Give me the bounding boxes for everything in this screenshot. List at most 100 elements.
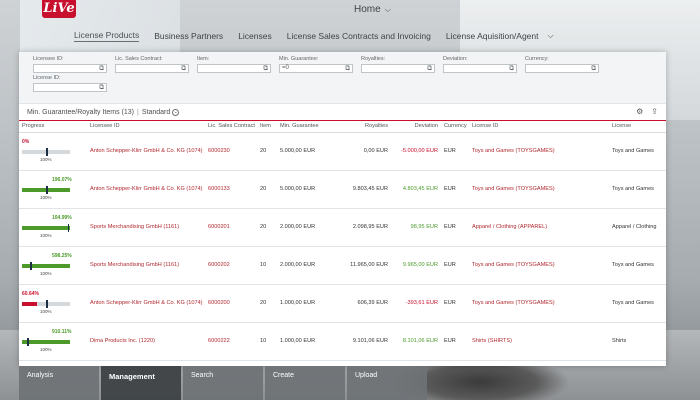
- progress-base: 100%: [40, 271, 52, 276]
- filter-input[interactable]: ⧉: [443, 64, 517, 73]
- progress-percent: 104.99%: [52, 215, 72, 221]
- currency-unit: EUR: [303, 224, 316, 230]
- contract-link[interactable]: 6000202: [205, 246, 257, 285]
- filter-input[interactable]: =0 ⧉: [279, 64, 353, 73]
- col-license[interactable]: License: [609, 121, 666, 133]
- contract-link[interactable]: 6000201: [205, 208, 257, 247]
- filter-input[interactable]: ⧉: [115, 64, 189, 73]
- min-guarantee-cell: 5.000,00 EUR: [277, 170, 337, 209]
- table-row[interactable]: 598.25% 100% Sports Merchandising GmbH (…: [19, 246, 666, 285]
- value-help-icon[interactable]: ⧉: [181, 65, 186, 72]
- progress-indicator: 598.25% 100%: [22, 253, 72, 277]
- licensee-link[interactable]: Anton Schepper-Klirr GmbH & Co. KG (1074…: [87, 132, 205, 171]
- col-royalties[interactable]: Royalties: [337, 121, 391, 133]
- item-cell: 10: [257, 246, 277, 285]
- tile-upload[interactable]: Upload: [347, 366, 427, 400]
- currency-unit: EUR: [426, 186, 438, 192]
- col-progress[interactable]: Progress: [19, 121, 87, 133]
- license-id-link[interactable]: Shirts (SHIRTS): [469, 322, 609, 361]
- currency-unit: EUR: [376, 148, 388, 154]
- licensee-link[interactable]: Anton Schepper-Klirr GmbH & Co. KG (1074…: [87, 170, 205, 209]
- col-contract[interactable]: Lic. Sales Contract: [205, 121, 257, 133]
- license-id-link[interactable]: Toys and Games (TOYSGAMES): [469, 132, 609, 171]
- progress-indicator: 196.07% 100%: [22, 177, 72, 201]
- filter-input[interactable]: ⧉: [33, 64, 107, 73]
- home-label: Home: [354, 4, 381, 15]
- filter-label: Item:: [197, 56, 210, 62]
- filter-input[interactable]: ⧉: [197, 64, 271, 73]
- licensee-link[interactable]: Sports Merchandising GmbH (1161): [87, 208, 205, 247]
- col-license-id[interactable]: License ID: [469, 121, 609, 133]
- min-guarantee-cell: 2.000,00 EUR: [277, 246, 337, 285]
- settings-icon[interactable]: ⚙: [636, 107, 643, 116]
- table-row[interactable]: 60.64% 100% Anton Schepper-Klirr GmbH & …: [19, 284, 666, 323]
- progress-base: 100%: [40, 233, 52, 238]
- home-menu[interactable]: Home ⌵: [354, 4, 391, 15]
- progress-percent: 598.25%: [52, 253, 72, 259]
- currency-unit: EUR: [376, 262, 388, 268]
- tab-license-sales-contracts[interactable]: License Sales Contracts and Invoicing: [287, 31, 431, 41]
- filter-label: Deviation:: [443, 56, 468, 62]
- value-help-icon[interactable]: ⧉: [263, 65, 268, 72]
- tab-business-partners[interactable]: Business Partners: [154, 31, 223, 41]
- filter-input[interactable]: ⧉: [525, 64, 599, 73]
- live-logo[interactable]: LiVe: [42, 0, 76, 18]
- licensee-link[interactable]: Anton Schepper-Klirr GmbH & Co. KG (1074…: [87, 284, 205, 323]
- licensee-link[interactable]: Dima Products Inc. (1220): [87, 322, 205, 361]
- filter-label: Licensee ID:: [33, 56, 64, 62]
- tile-search[interactable]: Search: [183, 366, 263, 400]
- value-help-icon[interactable]: ⧉: [345, 65, 350, 72]
- deviation-value: 8.101,06: [402, 338, 425, 344]
- licensee-link[interactable]: Sports Merchandising GmbH (1161): [87, 246, 205, 285]
- table-row[interactable]: 196.07% 100% Anton Schepper-Klirr GmbH &…: [19, 170, 666, 209]
- table-row[interactable]: 0% 100% Anton Schepper-Klirr GmbH & Co. …: [19, 132, 666, 171]
- deviation-cell: -393,61 EUR: [391, 284, 441, 323]
- contract-link[interactable]: 6000133: [205, 170, 257, 209]
- filter-input[interactable]: ⧉: [33, 83, 107, 92]
- tile-analysis[interactable]: Analysis: [19, 366, 99, 400]
- value-help-icon[interactable]: ⧉: [509, 65, 514, 72]
- progress-track: [22, 226, 70, 230]
- value-help-icon[interactable]: ⧉: [99, 84, 104, 91]
- col-deviation[interactable]: Deviation: [391, 121, 441, 133]
- royalties-cell: 9.803,45 EUR: [337, 170, 391, 209]
- chevron-down-icon[interactable]: ⌵: [548, 31, 554, 41]
- item-cell: 20: [257, 284, 277, 323]
- export-icon[interactable]: ⇪: [651, 107, 658, 116]
- col-currency[interactable]: Currency: [441, 121, 469, 133]
- progress-percent: 60.64%: [22, 291, 39, 297]
- filter-input[interactable]: ⧉: [361, 64, 435, 73]
- col-item[interactable]: Item: [257, 121, 277, 133]
- contract-link[interactable]: 6000230: [205, 132, 257, 171]
- filter-label: Lic. Sales Contract:: [115, 56, 163, 62]
- progress-target-marker: [67, 224, 70, 232]
- tab-license-products[interactable]: License Products: [74, 30, 140, 42]
- license-id-link[interactable]: Toys and Games (TOYSGAMES): [469, 170, 609, 209]
- table-row[interactable]: 104.99% 100% Sports Merchandising GmbH (…: [19, 208, 666, 247]
- contract-link[interactable]: 6000200: [205, 284, 257, 323]
- table-title: Min. Guarantee/Royalty Items (13): [27, 108, 134, 116]
- tile-create[interactable]: Create: [265, 366, 345, 400]
- deviation-cell: -5.000,00 EUR: [391, 132, 441, 171]
- col-licensee[interactable]: Licensee ID: [87, 121, 205, 133]
- tab-license-aquisition-agent[interactable]: License Aquisition/Agent: [446, 31, 539, 41]
- col-min-guarantee[interactable]: Min. Guarantee: [277, 121, 337, 133]
- value-help-icon[interactable]: ⧉: [99, 65, 104, 72]
- tab-licenses[interactable]: Licenses: [238, 31, 272, 41]
- license-id-link[interactable]: Toys and Games (TOYSGAMES): [469, 246, 609, 285]
- filter-label: Royalties:: [361, 56, 386, 62]
- license-id-link[interactable]: Apparel / Clothing (APPAREL): [469, 208, 609, 247]
- table-row[interactable]: 910.11% 100% Dima Products Inc. (1220) 6…: [19, 322, 666, 361]
- contract-link[interactable]: 6000222: [205, 322, 257, 361]
- min-guarantee-value: 1.000,00: [280, 338, 302, 344]
- title-separator: |: [137, 108, 139, 116]
- progress-base: 100%: [40, 195, 52, 200]
- royalties-value: 2.098,95: [352, 224, 375, 230]
- license-id-link[interactable]: Toys and Games (TOYSGAMES): [469, 284, 609, 323]
- tile-management[interactable]: Management: [101, 366, 181, 400]
- value-help-icon[interactable]: ⧉: [591, 65, 596, 72]
- currency-cell: EUR: [441, 284, 469, 323]
- currency-cell: EUR: [441, 208, 469, 247]
- variant-selector[interactable]: Standard ⌄: [142, 108, 180, 116]
- value-help-icon[interactable]: ⧉: [427, 65, 432, 72]
